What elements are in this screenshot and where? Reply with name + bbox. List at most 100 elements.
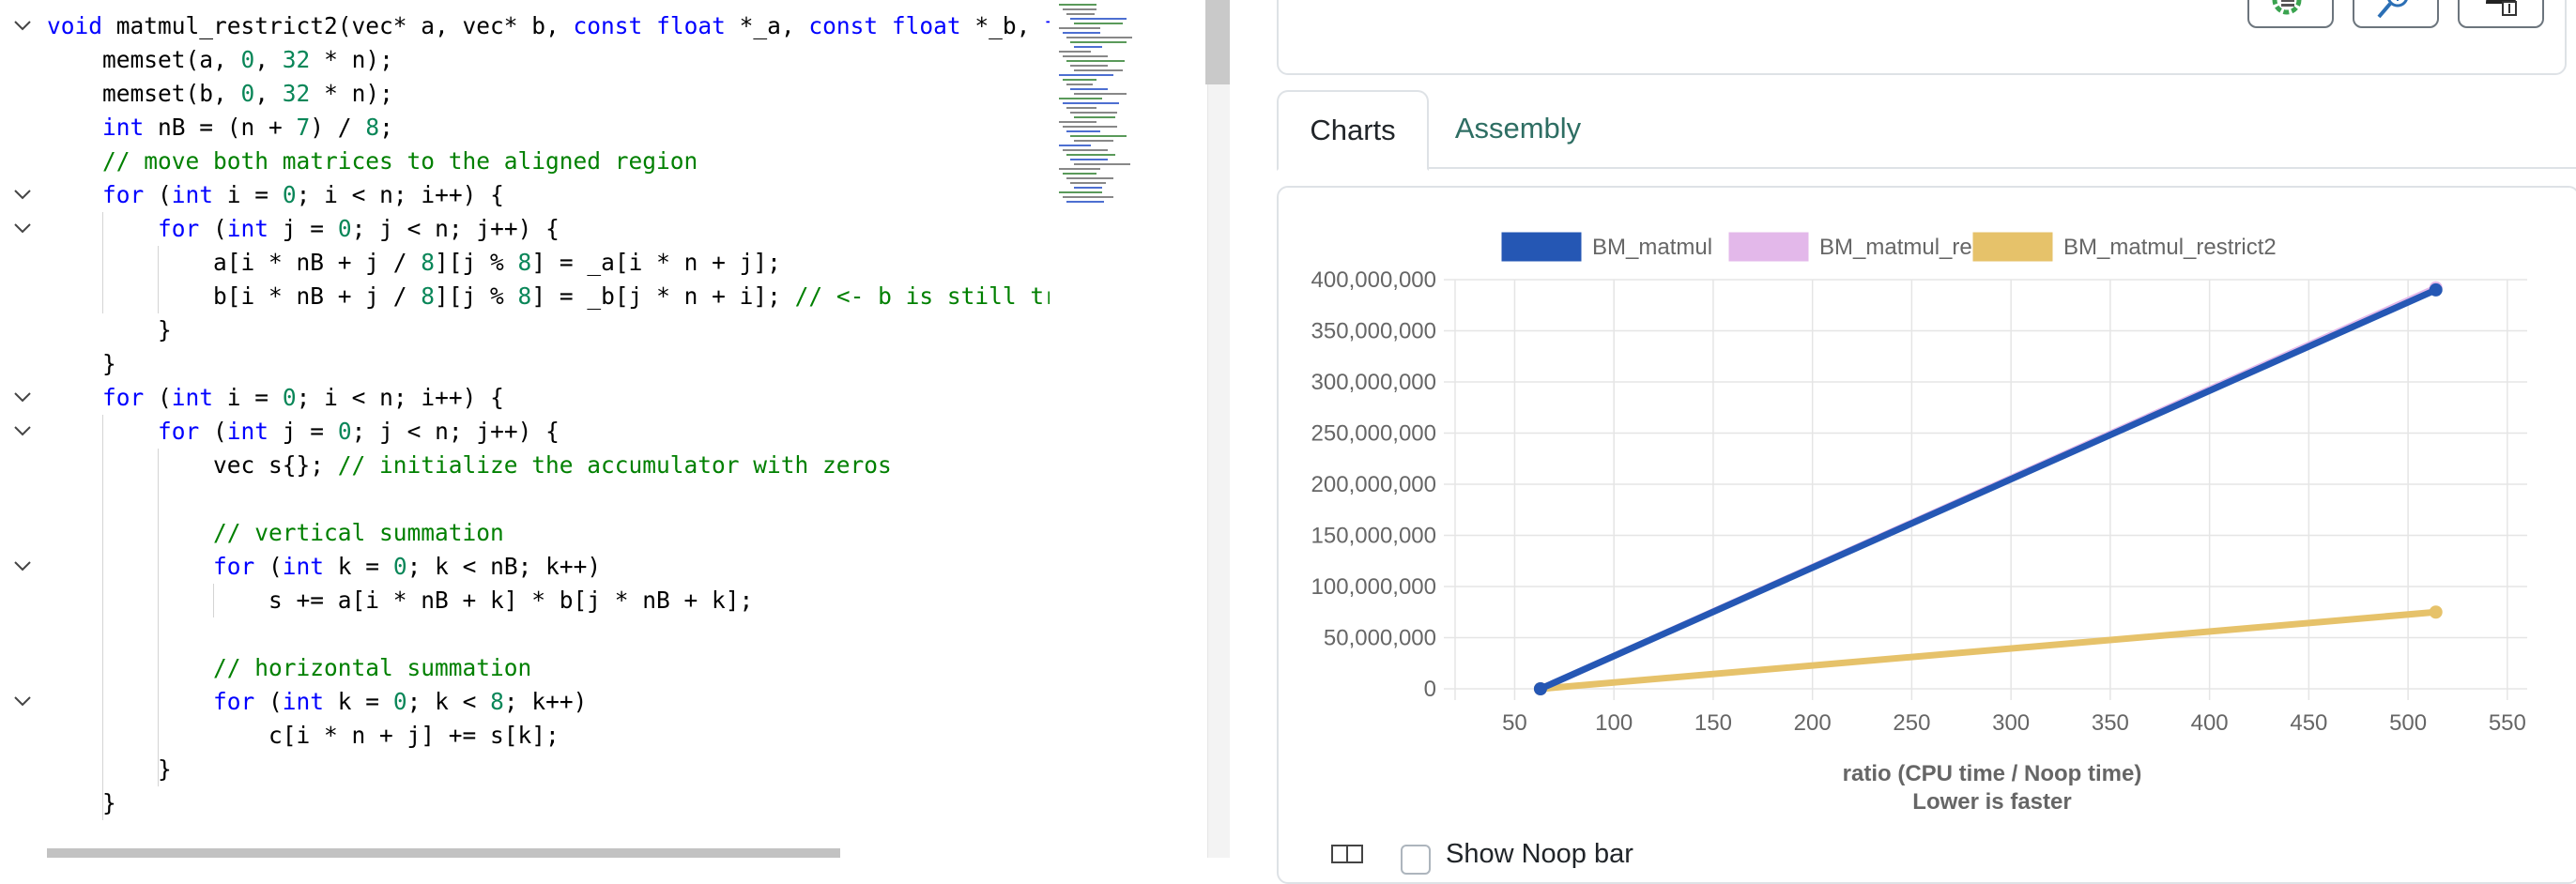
code-token: ] = _a[i * n + j]; (531, 249, 781, 276)
code-line[interactable]: memset(b, 0, 32 * n); (0, 77, 1050, 111)
code-token: 0 (392, 553, 407, 580)
fold-chevron-icon[interactable] (13, 415, 36, 449)
minimap-line (1066, 84, 1093, 85)
zoom-button[interactable] (2353, 0, 2439, 28)
indent-guide (102, 212, 103, 313)
minimap-line (1059, 51, 1091, 53)
code-text: s += a[i * nB + k] * b[j * nB + k]; (268, 584, 753, 617)
minimap-line (1066, 107, 1096, 109)
minimap-line (1059, 98, 1102, 99)
minimap-line (1063, 32, 1100, 34)
minimap-line (1063, 173, 1096, 175)
data-point (1533, 682, 1547, 695)
fold-chevron-icon[interactable] (13, 685, 36, 719)
code-token: const (573, 12, 643, 39)
tab-assembly[interactable]: Assembly (1438, 90, 1598, 167)
results-tabs: Charts Assembly (1277, 90, 2576, 171)
fold-chevron-icon[interactable] (13, 178, 36, 212)
code-token: const (808, 12, 879, 39)
minimap-line (1074, 140, 1113, 142)
code-line[interactable]: } (0, 313, 1050, 347)
code-text: memset(b, 0, 32 * n); (102, 77, 393, 111)
y-tick-label: 250,000,000 (1311, 421, 1436, 447)
code-text: for (int k = 0; k < 8; k++) (213, 685, 587, 719)
code-token: k = (324, 553, 393, 580)
fold-chevron-icon[interactable] (13, 381, 36, 415)
fold-chevron-icon[interactable] (13, 550, 36, 584)
code-token: 0 (240, 46, 255, 73)
tab-charts[interactable]: Charts (1277, 90, 1429, 171)
code-token: vec s{}; (213, 451, 338, 479)
pane-divider[interactable] (1207, 0, 1232, 858)
y-tick-label: 100,000,000 (1311, 574, 1436, 600)
code-token: 0 (337, 418, 352, 445)
settings-list-button[interactable] (2247, 0, 2334, 28)
minimap-line (1063, 196, 1113, 198)
code-token: void (47, 12, 103, 39)
results-pane: Charts Assembly 0 50,000,000 100,000,000 15… (1230, 0, 2576, 884)
code-text: c[i * n + j] += s[k]; (268, 719, 560, 753)
code-token: ( (144, 384, 172, 411)
horizontal-scrollbar[interactable] (47, 848, 840, 858)
code-text: } (158, 753, 172, 786)
minimap-line (1066, 154, 1115, 156)
y-tick-label: 50,000,000 (1324, 626, 1436, 651)
code-token: int (171, 384, 214, 411)
minimap-line (1059, 168, 1100, 170)
minimap-slider[interactable] (1205, 0, 1230, 84)
code-line[interactable]: } (0, 347, 1050, 381)
minimap-line (1070, 65, 1108, 67)
code-line[interactable]: for (int i = 0; i < n; i++) { (0, 381, 1050, 415)
code-line[interactable]: for (int i = 0; i < n; i++) { (0, 178, 1050, 212)
code-token: 8 (517, 249, 532, 276)
indent-guide (102, 415, 103, 820)
code-token: ( (254, 553, 283, 580)
code-token: memset(a, (102, 46, 241, 73)
series-line (1537, 608, 2440, 693)
code-text: // horizontal summation (213, 651, 531, 685)
minimap-line (1063, 102, 1119, 104)
fold-chevron-icon[interactable] (13, 9, 36, 43)
minimap[interactable] (1050, 0, 1207, 858)
minimap-line (1074, 23, 1123, 24)
code-token: k = (324, 688, 393, 715)
fold-chevron-icon[interactable] (13, 212, 36, 246)
code-text: void matmul_restrict2(vec* a, vec* b, co… (47, 9, 1072, 43)
code-line[interactable]: int nB = (n + 7) / 8; (0, 111, 1050, 145)
minimap-line (1074, 187, 1102, 189)
code-token: c[i * n + j] += s[k]; (268, 722, 560, 749)
code-token: int (171, 181, 214, 208)
x-tick-label: 50 (1502, 710, 1527, 736)
code-token: s += a[i * nB + k] * b[j * nB + k]; (268, 587, 754, 614)
y-tick-label: 200,000,000 (1311, 472, 1436, 497)
show-noop-checkbox[interactable] (1401, 845, 1431, 875)
code-text: vec s{}; // initialize the accumulator w… (213, 449, 892, 482)
legend-swatch (1972, 232, 2053, 262)
benchmark-chart: 0 50,000,000 100,000,000 150,000,000 200,000… (1311, 232, 2527, 815)
cloud-upload-icon (2486, 0, 2517, 16)
code-editor[interactable]: void matmul_restrict2(vec* a, vec* b, co… (0, 0, 1207, 858)
minimap-line (1059, 27, 1100, 29)
indent-guide (158, 246, 159, 313)
code-token: matmul_restrict2(vec* a, vec* b, (102, 12, 574, 39)
code-token: memset(b, (102, 80, 241, 107)
indent-guide (213, 584, 214, 617)
x-tick-label: 550 (2489, 710, 2526, 736)
code-text: int nB = (n + 7) / 8; (102, 111, 393, 145)
x-axis-label: ratio (CPU time / Noop time) (1843, 761, 2142, 786)
code-line[interactable]: } (0, 786, 1050, 820)
code-line[interactable]: for (int j = 0; j < n; j++) { (0, 415, 1050, 449)
y-tick-label: 150,000,000 (1311, 524, 1436, 549)
split-view-icon[interactable] (1331, 845, 1363, 863)
upload-button[interactable] (2458, 0, 2544, 28)
code-line[interactable]: memset(a, 0, 32 * n); (0, 43, 1050, 77)
code-line[interactable]: void matmul_restrict2(vec* a, vec* b, co… (0, 9, 1072, 43)
code-line[interactable]: for (int j = 0; j < n; j++) { (0, 212, 1050, 246)
code-token: } (102, 350, 116, 377)
y-tick-label: 350,000,000 (1311, 319, 1436, 344)
code-text: for (int i = 0; i < n; i++) { (102, 381, 504, 415)
code-token: // initialize the accumulator with zeros (337, 451, 892, 479)
code-line[interactable]: // move both matrices to the aligned reg… (0, 145, 1050, 178)
code-token: } (102, 789, 116, 816)
